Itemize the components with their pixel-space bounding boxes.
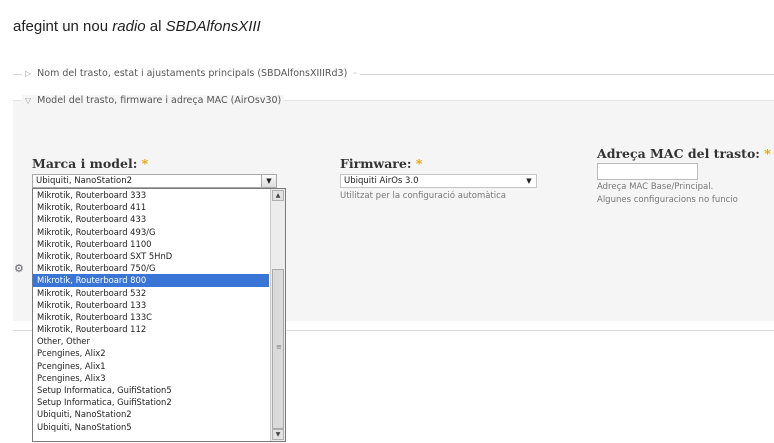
fieldset-legend-model[interactable]: ▽ Model del trasto, firmware i adreça MA… [22,95,285,106]
dropdown-option[interactable]: Mikrotik, Routerboard 493/G [33,226,269,238]
dropdown-option[interactable]: Mikrotik, Routerboard 133C [33,311,269,323]
fieldset-legend-main[interactable]: ▷ Nom del trasto, estat i ajustaments pr… [22,68,360,79]
dropdown-option[interactable]: Mikrotik, Routerboard 411 [33,201,269,213]
dropdown-arrow-icon[interactable]: ▼ [522,175,536,187]
model-label: Marca i model: * [32,156,149,171]
dropdown-option[interactable]: Mikrotik, Routerboard 433 [33,213,269,225]
mac-hint-line2: Algunes configuracions no funcio [597,195,738,205]
firmware-label: Firmware: * [340,156,423,171]
dropdown-option[interactable]: Setup Informatica, GuifiStation5 [33,384,269,396]
collapse-triangle-icon: ▽ [25,96,32,105]
dropdown-option[interactable]: Ubiquiti, NanoStation5 [33,421,269,433]
mac-address-input[interactable] [597,163,698,180]
dropdown-option[interactable]: Mikrotik, Routerboard 1100 [33,238,269,250]
dropdown-option[interactable]: Pcengines, Alix2 [33,347,269,359]
grip-icon: ≡ [276,343,282,351]
fieldset-legend-label: Nom del trasto, estat i ajustaments prin… [37,68,348,79]
dropdown-option[interactable]: Mikrotik, Routerboard 133 [33,299,269,311]
dropdown-option[interactable]: Mikrotik, Routerboard 532 [33,287,269,299]
legend-dash: - [353,68,357,79]
firmware-select-value: Ubiquiti AirOs 3.0 [344,176,419,186]
scroll-down-icon[interactable]: ▼ [272,429,284,440]
dropdown-scrollbar[interactable]: ▲ ≡ ▼ [270,189,285,441]
mac-label: Adreça MAC del trasto: * [597,146,771,161]
dropdown-option[interactable]: Mikrotik, Routerboard 750/G [33,262,269,274]
info-icon: ⚙ [14,262,24,275]
scroll-up-icon[interactable]: ▲ [272,190,284,201]
dropdown-option[interactable]: Pcengines, Alix1 [33,360,269,372]
firmware-hint: Utilitzat per la configuració automàtica [340,191,507,201]
dropdown-option[interactable]: Mikrotik, Routerboard 800 [33,274,269,287]
model-select-value: Ubiquiti, NanoStation2 [36,176,133,186]
dropdown-option[interactable]: Other, Other [33,335,269,347]
dropdown-arrow-icon[interactable]: ▼ [261,175,276,187]
dropdown-option[interactable]: Mikrotik, Routerboard 333 [33,189,269,201]
dropdown-option[interactable]: Ubiquiti, NanoStation2 [33,408,269,420]
scroll-thumb[interactable]: ≡ [272,269,284,429]
dropdown-option[interactable]: Mikrotik, Routerboard 112 [33,323,269,335]
model-select[interactable]: Ubiquiti, NanoStation2 ▼ [32,174,277,188]
dropdown-option[interactable]: Pcengines, Alix3 [33,372,269,384]
dropdown-option[interactable]: Mikrotik, Routerboard SXT 5HnD [33,250,269,262]
page-title: afegint un nou radio al SBDAlfonsXIII [13,18,261,35]
dropdown-option[interactable]: Setup Informatica, GuifiStation2 [33,396,269,408]
firmware-select[interactable]: Ubiquiti AirOs 3.0 ▼ [340,174,537,188]
fieldset-legend-label: Model del trasto, firmware i adreça MAC … [37,95,282,106]
mac-hint-line1: Adreça MAC Base/Principal. [597,182,714,192]
expand-triangle-icon: ▷ [25,69,32,78]
model-dropdown-list[interactable]: Mikrotik, Routerboard 333 Mikrotik, Route… [32,188,286,442]
